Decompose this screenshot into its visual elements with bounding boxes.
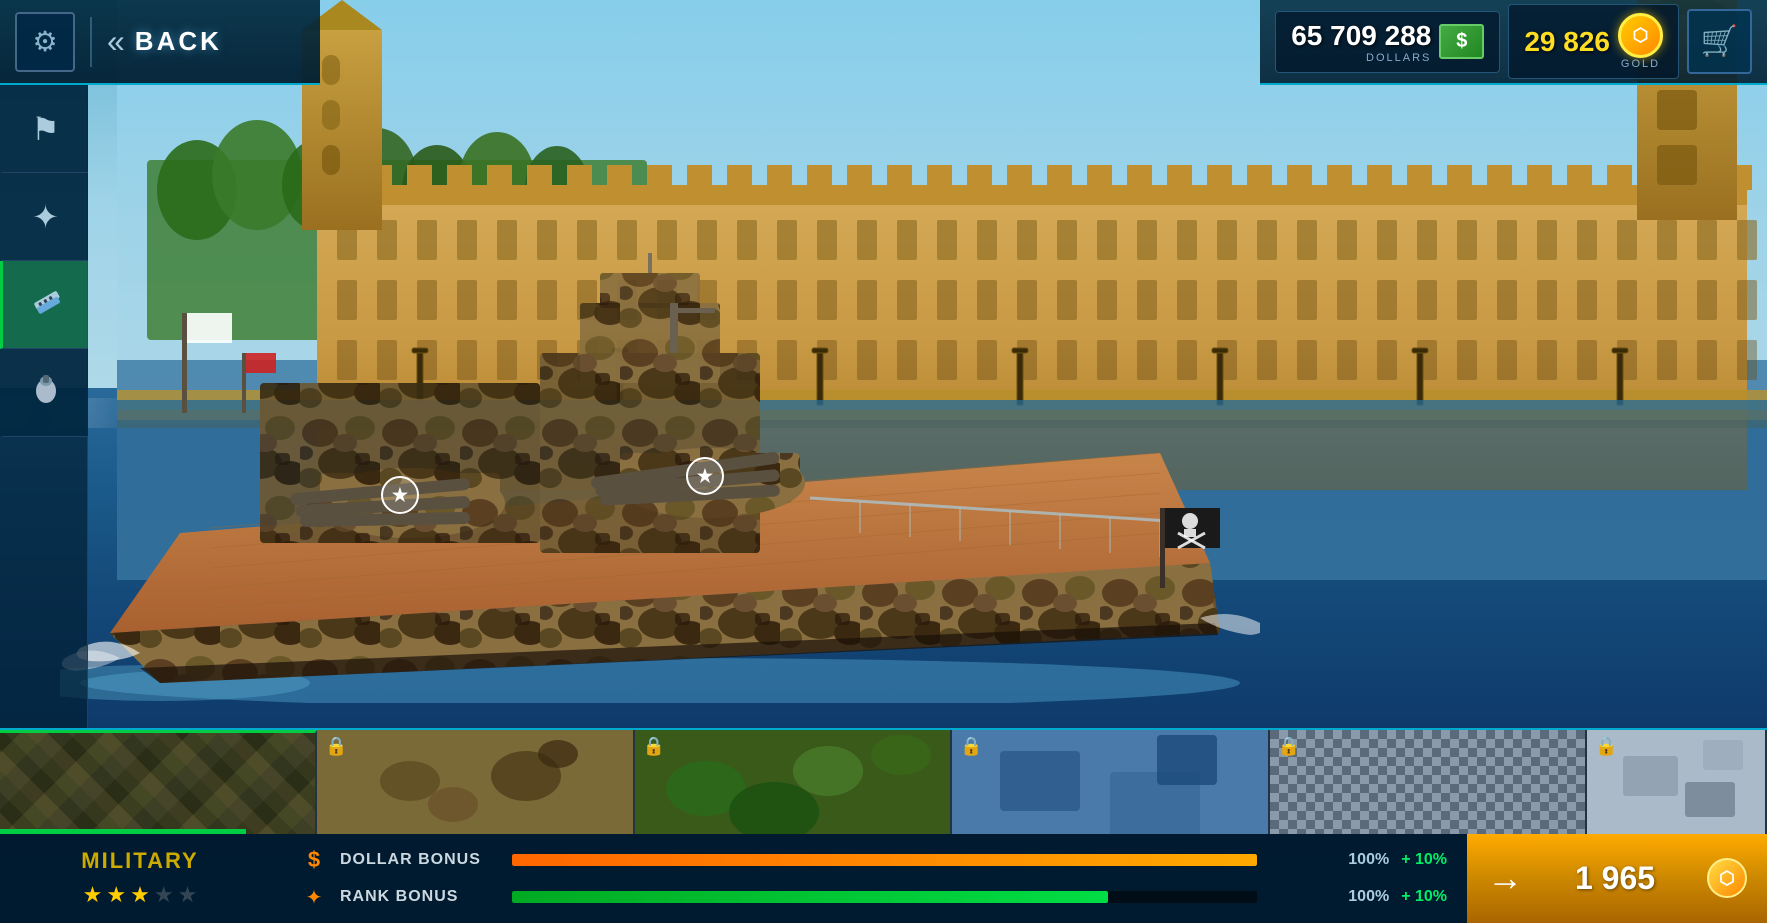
gold-amount: 29 826 (1524, 26, 1610, 58)
buy-button[interactable]: → 1 965 ⬡ (1467, 834, 1767, 923)
buy-gold-icon: ⬡ (1707, 858, 1747, 898)
top-right-panel: 65 709 288 DOLLARS $ 29 826 ⬡ GOLD 🛒 (1260, 0, 1767, 85)
back-arrows-icon: « (107, 23, 125, 60)
dollar-bonus-value: 100% (1269, 851, 1389, 869)
gold-icon: ⬡ (1618, 13, 1663, 58)
camo-inner-desert: 🔒 (317, 730, 632, 834)
lock-icon-desert: 🔒 (325, 736, 347, 757)
divider (90, 17, 92, 67)
lock-icon-arctic: 🔒 (960, 736, 982, 757)
camo-inner-military (0, 733, 315, 834)
star-2: ★ (106, 882, 126, 908)
dollar-bonus-icon: $ (300, 847, 328, 873)
camo-inner-jungle: 🔒 (635, 730, 950, 834)
lock-icon-extra: 🔒 (1595, 736, 1617, 757)
svg-text:★: ★ (697, 466, 714, 486)
star-3: ★ (130, 882, 150, 908)
info-center: $ DOLLAR BONUS 100% + 10% ✦ RANK BONUS 1… (280, 834, 1467, 923)
top-hud: ⚙ « BACK 65 709 288 DOLLARS $ 29 826 ⬡ G… (0, 0, 1767, 85)
camo-pattern-digital (1270, 730, 1585, 834)
sidebar-item-flag[interactable]: ⚑ (0, 85, 88, 173)
dollars-block: 65 709 288 DOLLARS $ (1275, 11, 1500, 73)
rank-bonus-value: 100% (1269, 888, 1389, 906)
sidebar-item-achievements[interactable]: ✦ (0, 173, 88, 261)
dollar-bonus-row: $ DOLLAR BONUS 100% + 10% (300, 847, 1447, 873)
dollar-bonus-extra: + 10% (1401, 851, 1447, 869)
camo-item-extra[interactable]: 🔒 (1587, 730, 1767, 834)
rank-bonus-bar (512, 891, 1108, 903)
camo-item-jungle[interactable]: 🔒 (635, 730, 952, 834)
camo-item-arctic[interactable]: 🔒 (952, 730, 1269, 834)
medal-icon: ✦ (32, 198, 59, 236)
top-left-panel: ⚙ « BACK (0, 0, 320, 85)
camo-inner-extra: 🔒 (1587, 730, 1765, 834)
camo-pattern-jungle (635, 730, 950, 834)
info-left: MILITARY ★ ★ ★ ★ ★ (0, 834, 280, 923)
camo-pattern-desert (317, 730, 632, 834)
cart-button[interactable]: 🛒 (1687, 9, 1752, 74)
camo-inner-digital: 🔒 (1270, 730, 1585, 834)
dollars-label: DOLLARS (1366, 52, 1431, 64)
lock-icon-jungle: 🔒 (643, 736, 665, 757)
camo-icon (30, 285, 62, 324)
camo-progress-bar (0, 829, 246, 834)
rank-bonus-bar-container (512, 891, 1257, 903)
camo-row: 🔒 🔒 🔒 (0, 730, 1767, 834)
rank-bonus-label: RANK BONUS (340, 888, 500, 906)
ship-container: ★ ★ (60, 253, 1260, 703)
gold-label: GOLD (1621, 58, 1660, 70)
paint-icon (30, 373, 62, 413)
dollar-bonus-bar (512, 854, 1257, 866)
gear-icon: ⚙ (32, 25, 57, 58)
gold-block: 29 826 ⬡ GOLD (1508, 4, 1679, 79)
flag-icon: ⚑ (31, 110, 60, 148)
dollars-amount: 65 709 288 (1291, 20, 1431, 52)
rank-bonus-row: ✦ RANK BONUS 100% + 10% (300, 885, 1447, 910)
cart-icon: 🛒 (1701, 24, 1738, 59)
dollar-bonus-label: DOLLAR BONUS (340, 851, 500, 869)
back-label: BACK (135, 26, 222, 57)
sidebar-item-camo[interactable] (0, 261, 88, 349)
camo-inner-arctic: 🔒 (952, 730, 1267, 834)
buy-arrow-icon: → (1487, 857, 1523, 899)
sidebar-item-paint[interactable] (0, 349, 88, 437)
star-1: ★ (83, 882, 103, 908)
settings-button[interactable]: ⚙ (15, 12, 75, 72)
star-5: ★ (178, 882, 198, 908)
camo-overlay-military (0, 733, 315, 834)
rank-bonus-extra: + 10% (1401, 888, 1447, 906)
star-4: ★ (154, 882, 174, 908)
left-sidebar: ⚑ ✦ (0, 85, 88, 728)
svg-text:★: ★ (392, 485, 409, 505)
rank-bonus-icon: ✦ (300, 885, 328, 910)
camo-item-digital[interactable]: 🔒 (1270, 730, 1587, 834)
bottom-panel: 🔒 🔒 🔒 (0, 728, 1767, 923)
camo-pattern-arctic (952, 730, 1267, 834)
back-button[interactable]: « BACK (107, 23, 222, 60)
camo-name-label: MILITARY (81, 848, 198, 874)
info-bar: MILITARY ★ ★ ★ ★ ★ $ DOLLAR BONUS 100% +… (0, 834, 1767, 923)
lock-icon-digital: 🔒 (1278, 736, 1300, 757)
dollars-icon: $ (1439, 24, 1484, 59)
stars-row: ★ ★ ★ ★ ★ (83, 882, 198, 908)
dollar-bonus-bar-container (512, 854, 1257, 866)
camo-item-military[interactable] (0, 730, 317, 834)
buy-price-label: 1 965 (1575, 860, 1655, 897)
camo-item-desert[interactable]: 🔒 (317, 730, 634, 834)
